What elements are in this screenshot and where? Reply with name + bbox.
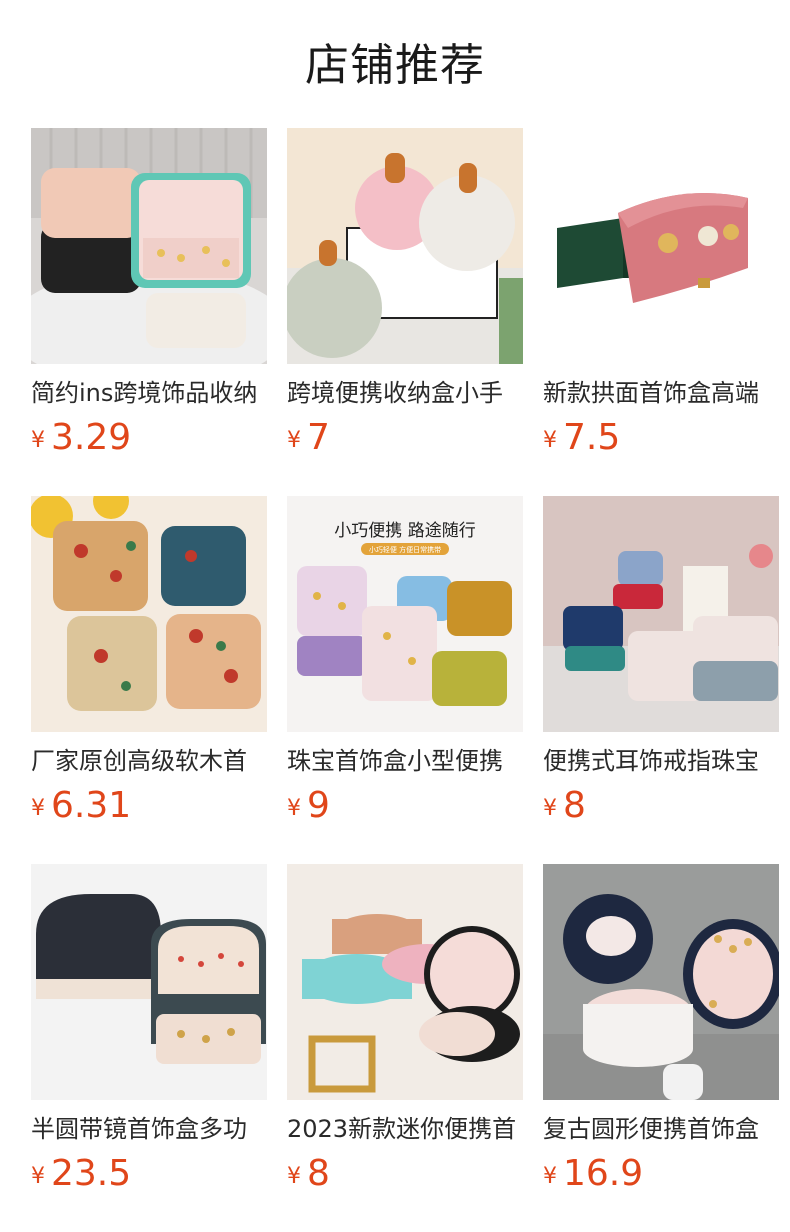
product-price: ¥7 bbox=[287, 418, 330, 458]
semicircle-box-image[interactable] bbox=[31, 864, 267, 1100]
product-name[interactable]: 半圆带镜首饰盒多功 bbox=[31, 1112, 267, 1146]
banner-text: 小巧便携 路途随行 bbox=[334, 521, 475, 541]
jewelry-box-image[interactable] bbox=[31, 128, 267, 364]
currency-symbol: ¥ bbox=[287, 796, 301, 821]
price-value: 23.5 bbox=[51, 1153, 132, 1194]
currency-symbol: ¥ bbox=[287, 1164, 301, 1189]
price-value: 16.9 bbox=[563, 1153, 644, 1194]
product-card[interactable]: 复古圆形便携首饰盒 ¥16.9 bbox=[543, 864, 779, 1194]
currency-symbol: ¥ bbox=[543, 796, 557, 821]
colorful-box-image[interactable]: 小巧便携 路途随行 小巧轻便 方便日常携带 bbox=[287, 496, 523, 732]
product-price: ¥23.5 bbox=[31, 1154, 131, 1194]
product-card[interactable]: 厂家原创高级软木首 ¥6.31 bbox=[31, 496, 267, 826]
currency-symbol: ¥ bbox=[543, 1164, 557, 1189]
product-price: ¥6.31 bbox=[31, 786, 131, 826]
product-name[interactable]: 厂家原创高级软木首 bbox=[31, 744, 267, 778]
price-value: 6.31 bbox=[51, 785, 132, 826]
currency-symbol: ¥ bbox=[31, 796, 45, 821]
price-value: 8 bbox=[307, 1153, 330, 1194]
product-price: ¥8 bbox=[287, 1154, 330, 1194]
product-card[interactable]: 便携式耳饰戒指珠宝 ¥8 bbox=[543, 496, 779, 826]
product-name[interactable]: 新款拱面首饰盒高端 bbox=[543, 376, 779, 410]
mini-round-box-image[interactable] bbox=[287, 864, 523, 1100]
store-recommendations-page: 店铺推荐 简约ins跨境饰品收纳 ¥ 3.29 跨境便携收纳盒小手 ¥ 7 新款… bbox=[0, 0, 790, 1232]
product-price: ¥8 bbox=[543, 786, 586, 826]
price-value: 3.29 bbox=[51, 417, 132, 458]
product-name[interactable]: 珠宝首饰盒小型便携 bbox=[287, 744, 523, 778]
product-card[interactable]: 新款拱面首饰盒高端 ¥7.5 bbox=[543, 128, 779, 458]
product-price: ¥3.29 bbox=[31, 418, 131, 458]
product-price: ¥7.5 bbox=[543, 418, 620, 458]
product-card[interactable]: 2023新款迷你便携首 ¥8 bbox=[287, 864, 523, 1194]
product-card[interactable]: 小巧便携 路途随行 小巧轻便 方便日常携带 珠宝首饰盒小型便携 ¥ 9 bbox=[287, 496, 523, 826]
currency-symbol: ¥ bbox=[31, 428, 45, 453]
product-price: ¥16.9 bbox=[543, 1154, 643, 1194]
currency-symbol: ¥ bbox=[287, 428, 301, 453]
price-value: 7.5 bbox=[563, 417, 621, 458]
product-name[interactable]: 跨境便携收纳盒小手 bbox=[287, 376, 523, 410]
round-case-image[interactable] bbox=[287, 128, 523, 364]
product-name[interactable]: 简约ins跨境饰品收纳 bbox=[31, 376, 267, 410]
vintage-round-box-image[interactable] bbox=[543, 864, 779, 1100]
product-price: ¥9 bbox=[287, 786, 330, 826]
price-value: 8 bbox=[563, 785, 586, 826]
product-name[interactable]: 便携式耳饰戒指珠宝 bbox=[543, 744, 779, 778]
product-card[interactable]: 跨境便携收纳盒小手 ¥7 bbox=[287, 128, 523, 458]
sub-banner-text: 小巧轻便 方便日常携带 bbox=[369, 545, 441, 554]
price-value: 7 bbox=[307, 417, 330, 458]
product-name[interactable]: 复古圆形便携首饰盒 bbox=[543, 1112, 779, 1146]
ring-case-image[interactable] bbox=[543, 128, 779, 364]
product-grid: 简约ins跨境饰品收纳 ¥3.29 跨境便携收纳盒小手 ¥ 7 新款拱面首饰盒高… bbox=[31, 128, 781, 1194]
product-name[interactable]: 2023新款迷你便携首 bbox=[287, 1112, 523, 1146]
cork-box-image[interactable] bbox=[31, 496, 267, 732]
price-value: 9 bbox=[307, 785, 330, 826]
product-card[interactable]: 半圆带镜首饰盒多功 ¥23.5 bbox=[31, 864, 267, 1194]
product-card[interactable]: 简约ins跨境饰品收纳 ¥3.29 bbox=[31, 128, 267, 458]
velvet-box-image[interactable] bbox=[543, 496, 779, 732]
currency-symbol: ¥ bbox=[31, 1164, 45, 1189]
currency-symbol: ¥ bbox=[543, 428, 557, 453]
page-title: 店铺推荐 bbox=[305, 40, 485, 91]
